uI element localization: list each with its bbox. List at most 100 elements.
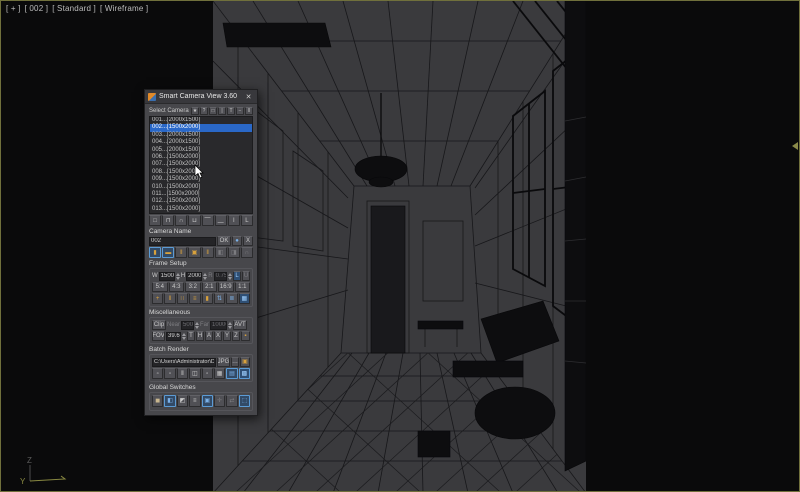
avt-button[interactable]: AVT <box>233 320 247 330</box>
viewport: [ + ] [ 002 ] [ Standard ] [ Wireframe ]… <box>0 0 800 492</box>
output-path-input[interactable] <box>152 358 216 367</box>
camera-list-item[interactable]: 012...[1500x2000] <box>150 198 252 205</box>
folder-icon[interactable]: ▣ <box>240 357 250 367</box>
orient-split-icon[interactable]: ‖ <box>175 247 187 258</box>
camera-name-input[interactable] <box>149 237 216 246</box>
box-icon[interactable]: □ <box>209 107 217 115</box>
camera-list-item[interactable]: 013...[1500x2000] <box>150 206 252 213</box>
render-grid-icon[interactable]: ▦ <box>214 368 225 379</box>
render-list-icon[interactable]: ▤ <box>226 368 237 379</box>
camera-list-item[interactable]: 004...[2000x1500] <box>150 139 252 146</box>
viewport-menu-style[interactable]: [ Standard ] <box>52 4 96 13</box>
axis-x-button[interactable]: X <box>214 331 222 341</box>
far-spinner[interactable] <box>228 321 232 330</box>
fov-button[interactable]: FOV <box>152 331 165 341</box>
aspect-4-3-button[interactable]: 4:3 <box>169 282 185 292</box>
format-jpg-button[interactable]: JPG <box>217 357 230 367</box>
help-icon[interactable]: ? <box>200 107 208 115</box>
frame-arch-icon[interactable]: ∩ <box>175 215 187 226</box>
aspect-3-2-button[interactable]: 3:2 <box>185 282 201 292</box>
switch-checker-icon[interactable]: ◩ <box>177 395 188 407</box>
frame-topline-icon[interactable]: ⎺ <box>202 215 214 226</box>
aspect-1-1-button[interactable]: 1:1 <box>235 282 251 292</box>
block-icon[interactable]: ▮ <box>202 293 213 304</box>
lock-l-button[interactable]: L <box>233 271 241 281</box>
camera-list-item[interactable]: 011...[1500x2000] <box>150 191 252 198</box>
switch-split-icon[interactable]: ◧ <box>164 395 175 407</box>
frame-bottom-icon[interactable]: ⊔ <box>188 215 200 226</box>
orient-right-icon[interactable]: ◨ <box>228 247 240 258</box>
switch-lines-icon[interactable]: ≡ <box>189 395 200 407</box>
width-spinner[interactable] <box>176 272 180 281</box>
camera-list-item-selected[interactable]: 002...[1500x2000] <box>150 124 252 131</box>
aspect-2-1-button[interactable]: 2:1 <box>202 282 218 292</box>
aspect-16-9-button[interactable]: 16:9 <box>218 282 234 292</box>
camera-list-item[interactable]: 003...[2000x1500] <box>150 132 252 139</box>
clip-button[interactable]: Clip <box>152 320 166 330</box>
close-icon[interactable]: ✕ <box>243 93 254 101</box>
camera-list-item[interactable]: 001...[2000x1500] <box>150 117 252 124</box>
aspect-5-4-button[interactable]: 5:4 <box>152 282 168 292</box>
frame-l-icon[interactable]: L <box>241 215 253 226</box>
orient-arch-icon[interactable]: ∩ <box>241 247 253 258</box>
viewport-menu-shading[interactable]: [ Wireframe ] <box>100 4 148 13</box>
list-icon[interactable]: ≣ <box>226 293 237 304</box>
switch-solid-icon[interactable]: ■ <box>152 395 163 407</box>
orient-bars-icon[interactable]: ‖ <box>202 247 214 258</box>
pause-icon[interactable]: ‖ <box>245 107 253 115</box>
camera-safe-frame[interactable] <box>213 1 586 492</box>
render-single-icon[interactable]: ▫ <box>152 368 163 379</box>
render-frame-icon[interactable]: ▫ <box>164 368 175 379</box>
frame-full-icon[interactable]: □ <box>149 215 161 226</box>
orient-grid-icon[interactable]: ▣ <box>188 247 200 258</box>
dots-icon[interactable]: ∷ <box>177 293 188 304</box>
switch-cross-icon[interactable]: ✛ <box>214 395 225 407</box>
orient-portrait-icon[interactable]: ▮ <box>149 247 161 258</box>
switch-region-icon[interactable]: ▣ <box>202 395 213 407</box>
star-icon[interactable]: ★ <box>191 107 199 115</box>
render-strips-icon[interactable]: ⫴ <box>177 368 188 379</box>
viewport-menu-general[interactable]: [ + ] <box>6 4 21 13</box>
switch-swap-icon[interactable]: ⇄ <box>226 395 237 407</box>
camera-list-item[interactable]: 006...[1500x2000] <box>150 154 252 161</box>
render-box-icon[interactable]: ▫ <box>202 368 213 379</box>
apply-icon[interactable]: ● <box>232 236 242 246</box>
camera-list-item[interactable]: 010...[1500x2000] <box>150 184 252 191</box>
render-all-icon[interactable]: ▩ <box>239 368 250 379</box>
clear-button[interactable]: X <box>243 236 253 246</box>
grid-icon[interactable]: ▦ <box>239 293 250 304</box>
ok-button[interactable]: OK <box>217 236 231 246</box>
viewport-menu-pov[interactable]: [ 002 ] <box>25 4 49 13</box>
width-field[interactable]: 1500 <box>159 272 175 281</box>
browse-button[interactable]: … <box>231 357 239 367</box>
bar-icon[interactable]: | <box>218 107 226 115</box>
frame-bottomline-icon[interactable]: ⎽ <box>215 215 227 226</box>
axis-h-button[interactable]: H <box>196 331 204 341</box>
orient-landscape-icon[interactable]: ▬ <box>162 247 174 258</box>
frame-top-icon[interactable]: ⊓ <box>162 215 174 226</box>
height-field[interactable]: 2000 <box>186 272 202 281</box>
frame-i-icon[interactable]: I <box>228 215 240 226</box>
axis-z-button[interactable]: Z <box>232 331 240 341</box>
fov-field[interactable]: 39.6 <box>166 332 181 341</box>
axis-t-button[interactable]: T <box>187 331 195 341</box>
axis-a-button[interactable]: A <box>205 331 213 341</box>
fov-spinner[interactable] <box>182 332 186 341</box>
pause-frame-icon[interactable]: ‖ <box>164 293 175 304</box>
target-icon[interactable]: T <box>227 107 235 115</box>
near-spinner[interactable] <box>195 321 199 330</box>
axis-y-button[interactable]: Y <box>223 331 231 341</box>
minus-icon[interactable]: − <box>236 107 244 115</box>
height-spinner[interactable] <box>203 272 207 281</box>
lock-icon[interactable]: ▪ <box>241 331 250 341</box>
orient-left-icon[interactable]: ◧ <box>215 247 227 258</box>
switch-dashed-icon[interactable]: ⬚ <box>239 395 250 407</box>
lines-icon[interactable]: ≡ <box>189 293 200 304</box>
dialog-titlebar[interactable]: Smart Camera View 3.60 ✕ <box>145 90 257 104</box>
add-frame-icon[interactable]: + <box>152 293 163 304</box>
unlock-u-button[interactable]: U <box>242 271 250 281</box>
ratio-spinner[interactable] <box>228 272 232 281</box>
swap-icon[interactable]: ⇅ <box>214 293 225 304</box>
render-half-icon[interactable]: ◫ <box>189 368 200 379</box>
camera-list-item[interactable]: 005...[2000x1500] <box>150 147 252 154</box>
